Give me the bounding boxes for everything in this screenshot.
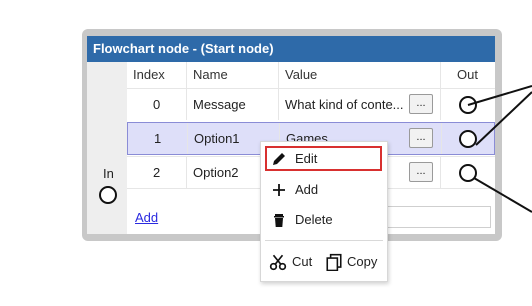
menu-item-edit[interactable]: Edit bbox=[261, 146, 385, 172]
column-header-index: Index bbox=[127, 62, 187, 88]
column-header-out: Out bbox=[457, 67, 478, 82]
menu-item-label: Edit bbox=[295, 151, 318, 166]
table-row[interactable]: 0 Message What kind of conte... ... bbox=[127, 88, 495, 121]
scissors-icon bbox=[269, 254, 287, 271]
menu-item-copy[interactable]: Copy bbox=[323, 250, 385, 274]
menu-item-cut[interactable]: Cut bbox=[267, 250, 321, 274]
row-index: 2 bbox=[127, 157, 187, 188]
row-name: Message bbox=[187, 89, 279, 120]
column-header-name: Name bbox=[187, 62, 279, 88]
output-port-circle[interactable] bbox=[459, 164, 477, 182]
row-index: 1 bbox=[128, 123, 188, 154]
add-row-link[interactable]: Add bbox=[135, 210, 158, 225]
context-menu[interactable]: Edit Add Delete Cut Copy bbox=[260, 141, 388, 282]
in-label: In bbox=[103, 166, 114, 181]
input-port-circle[interactable] bbox=[99, 186, 117, 204]
menu-item-label: Add bbox=[295, 182, 319, 197]
plus-icon bbox=[273, 184, 285, 196]
node-title[interactable]: Flowchart node - (Start node) bbox=[87, 36, 495, 62]
output-port-circle[interactable] bbox=[459, 130, 477, 148]
menu-item-add[interactable]: Add bbox=[261, 177, 385, 203]
trash-icon bbox=[274, 214, 284, 227]
input-column: In bbox=[87, 62, 127, 234]
edit-value-button[interactable]: ... bbox=[409, 128, 433, 148]
copy-icon bbox=[326, 253, 342, 271]
menu-item-label: Delete bbox=[295, 212, 333, 227]
edit-value-button[interactable]: ... bbox=[409, 94, 433, 114]
row-index: 0 bbox=[127, 89, 187, 120]
edit-value-button[interactable]: ... bbox=[409, 162, 433, 182]
menu-item-label: Copy bbox=[347, 254, 378, 269]
new-row-input[interactable] bbox=[387, 206, 491, 228]
pencil-icon bbox=[273, 153, 285, 165]
menu-separator bbox=[265, 240, 383, 241]
menu-item-label: Cut bbox=[292, 254, 313, 269]
menu-item-delete[interactable]: Delete bbox=[261, 207, 385, 233]
column-header-value: Value bbox=[279, 62, 441, 88]
output-port-circle[interactable] bbox=[459, 96, 477, 114]
